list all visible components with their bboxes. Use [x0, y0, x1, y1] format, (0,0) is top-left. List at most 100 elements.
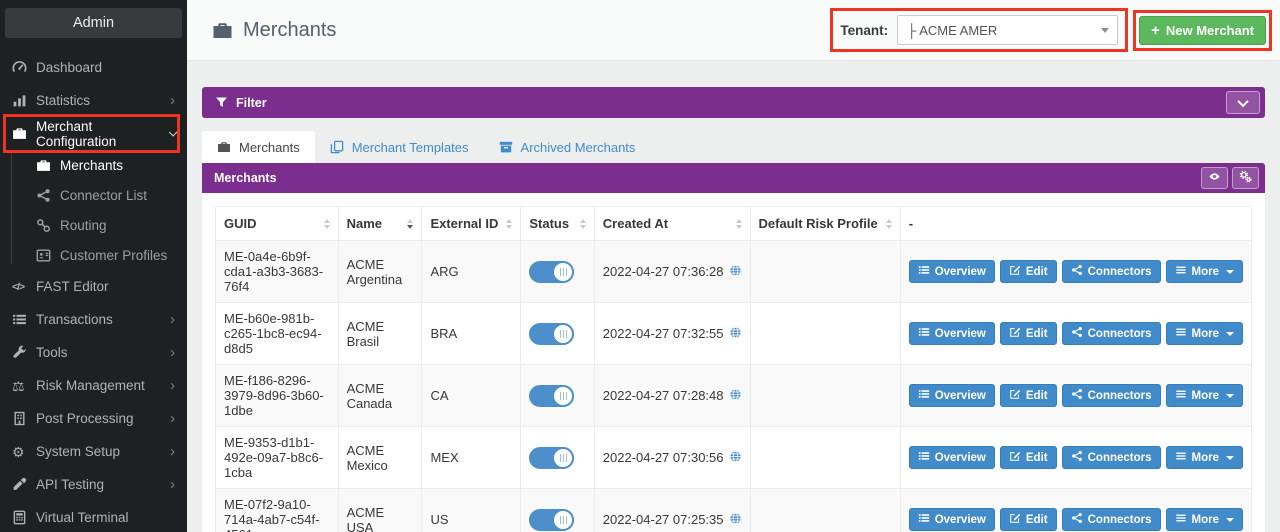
overview-button[interactable]: Overview	[909, 446, 995, 469]
sidebar-item-routing[interactable]: Routing	[0, 210, 187, 240]
more-button[interactable]: More	[1166, 384, 1243, 407]
sidebar-item-statistics[interactable]: Statistics ›	[0, 84, 187, 117]
id-card-icon	[36, 248, 51, 263]
sidebar-item-merchant-configuration[interactable]: Merchant Configuration	[0, 117, 187, 150]
connectors-button[interactable]: Connectors	[1062, 446, 1161, 469]
status-toggle[interactable]	[529, 385, 574, 407]
share-icon	[1071, 450, 1083, 465]
sidebar-item-virtual-terminal[interactable]: Virtual Terminal	[0, 501, 187, 532]
sidebar-item-risk-management[interactable]: ⚖ Risk Management ›	[0, 369, 187, 402]
sidebar-item-transactions[interactable]: Transactions ›	[0, 303, 187, 336]
content-header: Merchants Tenant: ├ ACME AMER + New Merc…	[187, 0, 1280, 61]
overview-button[interactable]: Overview	[909, 384, 995, 407]
sidebar-item-label: Statistics	[36, 93, 90, 108]
sort-icon	[728, 219, 742, 229]
chevron-right-icon: ›	[170, 345, 175, 360]
chevron-right-icon: ›	[170, 477, 175, 492]
filter-collapse-bar[interactable]: Filter	[202, 87, 1265, 118]
table-settings-button[interactable]	[1232, 167, 1259, 189]
more-button[interactable]: More	[1166, 260, 1243, 283]
name-cell: ACME Argentina	[338, 241, 422, 303]
overview-button[interactable]: Overview	[909, 260, 995, 283]
sidebar-item-label: Dashboard	[36, 60, 102, 75]
external-id-cell: ARG	[422, 241, 521, 303]
edit-button[interactable]: Edit	[1000, 384, 1057, 407]
sidebar-item-system-setup[interactable]: ⚙ System Setup ›	[0, 435, 187, 468]
column-header-created-at[interactable]: Created At	[594, 207, 750, 241]
overview-button[interactable]: Overview	[909, 322, 995, 345]
column-header-default-risk-profile[interactable]: Default Risk Profile	[750, 207, 900, 241]
status-toggle[interactable]	[529, 447, 574, 469]
page-title-text: Merchants	[243, 19, 336, 42]
eye-icon	[1208, 170, 1221, 186]
sidebar-item-fast-editor[interactable]: </> FAST Editor	[0, 270, 187, 303]
more-button[interactable]: More	[1166, 508, 1243, 531]
column-header-status[interactable]: Status	[521, 207, 594, 241]
name-cell: ACME USA	[338, 489, 422, 532]
table-row: ME-f186-8296-3979-8d96-3b60-1dbe ACME Ca…	[216, 365, 1252, 427]
sidebar-item-label: Virtual Terminal	[36, 510, 129, 525]
caret-down-icon	[1226, 518, 1234, 522]
filter-expand-button[interactable]	[1226, 91, 1260, 114]
more-button[interactable]: More	[1166, 446, 1243, 469]
tab-merchants[interactable]: Merchants	[202, 131, 315, 163]
column-header-actions: -	[900, 207, 1251, 241]
cogs-icon	[1239, 170, 1252, 186]
sidebar-item-tools[interactable]: Tools ›	[0, 336, 187, 369]
list-icon	[12, 312, 27, 327]
chevron-right-icon: ›	[170, 378, 175, 393]
pencil-icon	[1009, 450, 1021, 465]
sidebar-item-customer-profiles[interactable]: Customer Profiles	[0, 240, 187, 270]
column-visibility-button[interactable]	[1201, 167, 1228, 189]
table-header-row: GUID Name External ID Status Created At …	[216, 207, 1252, 241]
column-header-guid[interactable]: GUID	[216, 207, 339, 241]
sidebar-item-label: Routing	[60, 218, 107, 233]
sidebar-item-api-testing[interactable]: API Testing ›	[0, 468, 187, 501]
guid-cell: ME-b60e-981b-c265-1bc8-ec94-d8d5	[216, 303, 339, 365]
toggle-knob	[552, 323, 574, 345]
edit-button[interactable]: Edit	[1000, 260, 1057, 283]
sidebar-item-post-processing[interactable]: Post Processing ›	[0, 402, 187, 435]
overview-button[interactable]: Overview	[909, 508, 995, 531]
tab-merchant-templates[interactable]: Merchant Templates	[315, 131, 484, 163]
toggle-knob	[552, 509, 574, 531]
status-toggle[interactable]	[529, 323, 574, 345]
admin-button[interactable]: Admin	[5, 8, 182, 38]
sidebar-item-dashboard[interactable]: Dashboard	[0, 51, 187, 84]
sidebar-item-connector-list[interactable]: Connector List	[0, 180, 187, 210]
sidebar-item-label: System Setup	[36, 444, 120, 459]
sidebar-item-merchants[interactable]: Merchants	[0, 150, 187, 180]
chevron-right-icon: ›	[170, 312, 175, 327]
status-toggle[interactable]	[529, 509, 574, 531]
column-header-name[interactable]: Name	[338, 207, 422, 241]
chevron-down-icon	[169, 127, 178, 136]
connectors-button[interactable]: Connectors	[1062, 384, 1161, 407]
external-id-cell: US	[422, 489, 521, 532]
connectors-button[interactable]: Connectors	[1062, 260, 1161, 283]
sidebar-item-label: Transactions	[36, 312, 113, 327]
table-row: ME-b60e-981b-c265-1bc8-ec94-d8d5 ACME Br…	[216, 303, 1252, 365]
connectors-button[interactable]: Connectors	[1062, 508, 1161, 531]
column-header-external-id[interactable]: External ID	[422, 207, 521, 241]
globe-icon	[729, 326, 742, 342]
table-row: ME-0a4e-6b9f-cda1-a3b3-3683-76f4 ACME Ar…	[216, 241, 1252, 303]
tab-archived-merchants[interactable]: Archived Merchants	[484, 131, 651, 163]
edit-button[interactable]: Edit	[1000, 446, 1057, 469]
list-icon	[918, 450, 930, 465]
briefcase-icon	[217, 140, 231, 154]
more-button[interactable]: More	[1166, 322, 1243, 345]
edit-button[interactable]: Edit	[1000, 322, 1057, 345]
table-row: ME-9353-d1b1-492e-09a7-b8c6-1cba ACME Me…	[216, 427, 1252, 489]
hamburger-icon	[1175, 388, 1187, 403]
new-merchant-button[interactable]: + New Merchant	[1139, 16, 1266, 45]
filter-label: Filter	[236, 96, 267, 110]
bar-chart-icon	[12, 93, 27, 108]
connectors-button[interactable]: Connectors	[1062, 322, 1161, 345]
status-toggle[interactable]	[529, 261, 574, 283]
sort-icon	[316, 219, 330, 229]
new-merchant-label: New Merchant	[1166, 23, 1254, 38]
tenant-select[interactable]: ├ ACME AMER	[897, 15, 1118, 45]
edit-button[interactable]: Edit	[1000, 508, 1057, 531]
default-risk-profile-cell	[750, 365, 900, 427]
funnel-icon	[215, 96, 228, 109]
